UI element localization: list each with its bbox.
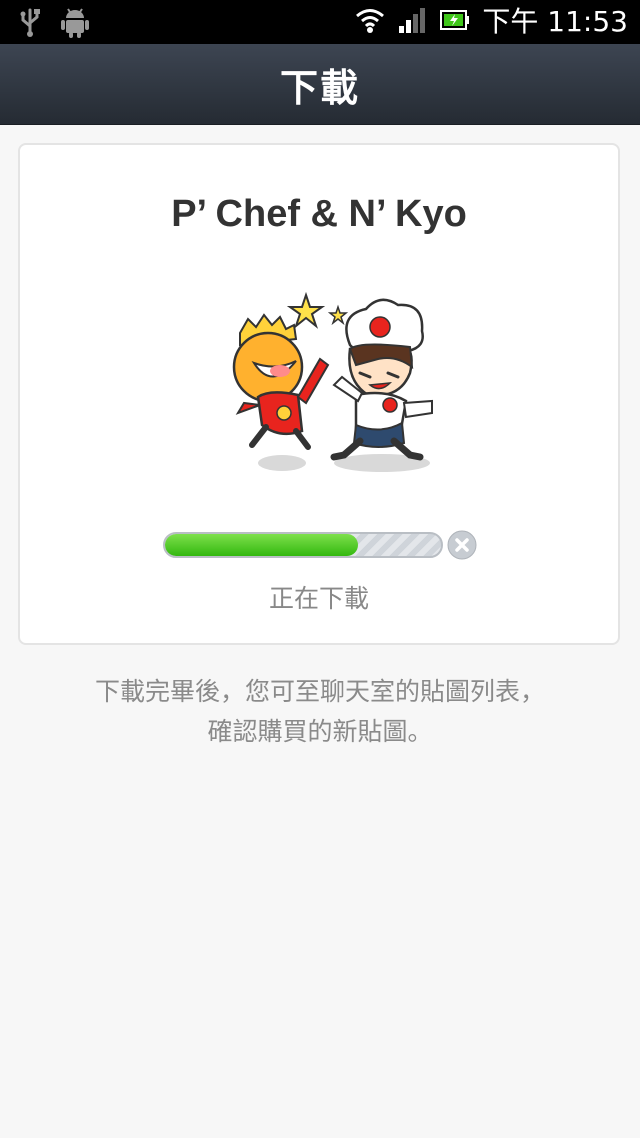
usb-icon	[18, 6, 42, 42]
title-bar: 下載	[0, 44, 640, 125]
download-status-text: 正在下載	[268, 584, 369, 613]
sticker-image	[210, 285, 450, 485]
cancel-download-button[interactable]	[447, 530, 477, 560]
info-text: 下載完畢後，您可至聊天室的貼圖列表， 確認購買的新貼圖。	[0, 672, 640, 752]
battery-charging-icon	[440, 8, 470, 36]
page-title: 下載	[279, 65, 360, 110]
status-bar: 下午 11:53	[0, 0, 640, 44]
signal-icon	[398, 6, 428, 38]
wifi-icon	[354, 5, 386, 39]
clock: 下午 11:53	[482, 5, 628, 38]
download-card: P’ Chef & N’ Kyo 正在下載	[18, 143, 620, 645]
download-progress-bar	[163, 532, 443, 558]
android-icon	[60, 6, 90, 42]
info-line-1: 下載完畢後，您可至聊天室的貼圖列表，	[94, 677, 545, 706]
sticker-name: P’ Chef & N’ Kyo	[171, 193, 467, 235]
close-icon	[447, 530, 477, 560]
info-line-2: 確認購買的新貼圖。	[207, 717, 433, 746]
progress-fill	[165, 534, 359, 556]
